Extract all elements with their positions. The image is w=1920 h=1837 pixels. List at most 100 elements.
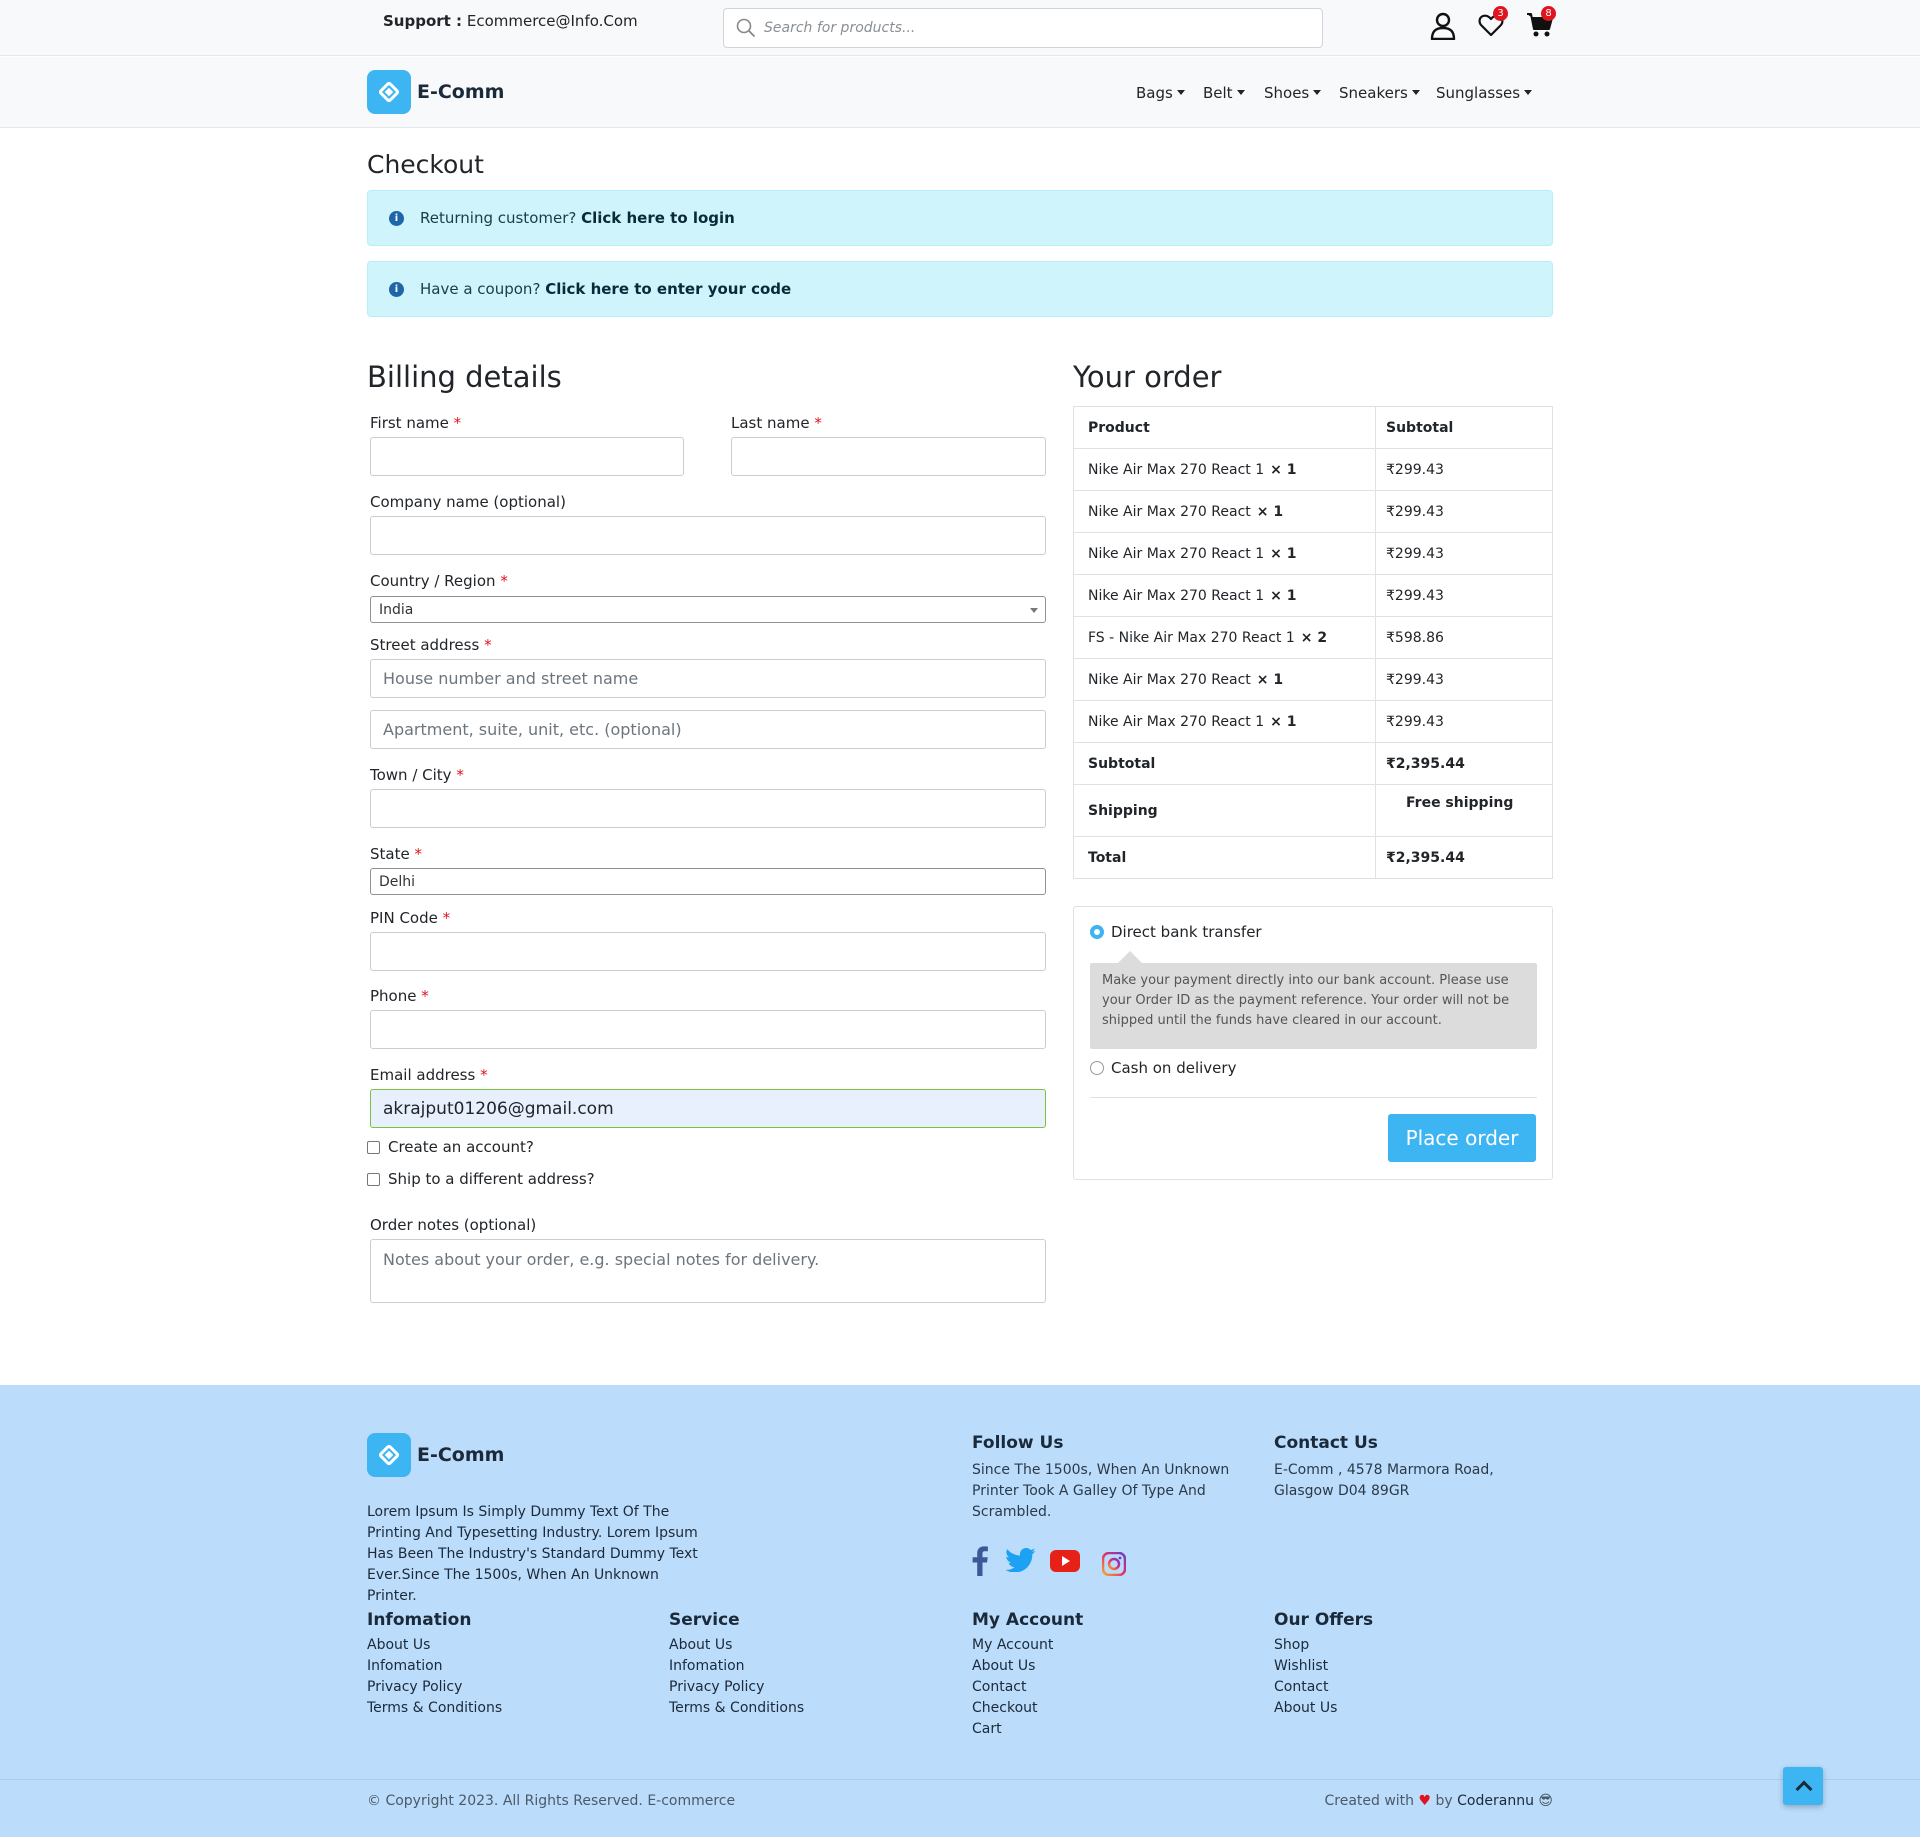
create-account-checkbox[interactable] — [367, 1141, 380, 1154]
email-label: Email address * — [370, 1066, 488, 1084]
subtotal-value: ₹2,395.44 — [1375, 742, 1553, 785]
bank-transfer-label[interactable]: Direct bank transfer — [1111, 923, 1262, 941]
footer-link[interactable]: My Account — [972, 1637, 1053, 1653]
column-header-product: Product — [1073, 406, 1376, 449]
billing-title: Billing details — [367, 360, 562, 394]
contact-us-title: Contact Us — [1274, 1433, 1378, 1453]
phone-field[interactable] — [370, 1010, 1046, 1049]
coupon-text: Have a coupon? — [420, 280, 541, 298]
nav-item-bags[interactable]: Bags — [1136, 84, 1185, 102]
created-prefix: Created with — [1324, 1793, 1415, 1809]
company-label: Company name (optional) — [370, 493, 566, 511]
support-email[interactable]: Ecommerce@Info.Com — [467, 12, 638, 30]
enter-coupon-link[interactable]: Click here to enter your code — [545, 280, 791, 298]
footer-link[interactable]: Contact — [972, 1679, 1026, 1695]
footer-logo-icon[interactable] — [367, 1433, 411, 1477]
twitter-icon[interactable] — [1005, 1548, 1036, 1576]
nav-item-shoes[interactable]: Shoes — [1264, 84, 1321, 102]
wishlist-heart-icon[interactable]: 3 — [1478, 6, 1510, 44]
facebook-icon[interactable] — [972, 1546, 988, 1580]
site-footer: E-Comm Lorem Ipsum Is Simply Dummy Text … — [0, 1385, 1920, 1837]
divider — [1090, 1097, 1537, 1098]
last-name-field[interactable] — [731, 437, 1046, 476]
pin-code-field[interactable] — [370, 932, 1046, 971]
info-icon: i — [389, 211, 404, 226]
total-label: Total — [1073, 836, 1376, 879]
footer-link[interactable]: Checkout — [972, 1700, 1038, 1716]
first-name-field[interactable] — [370, 437, 684, 476]
footer-link[interactable]: Shop — [1274, 1637, 1309, 1653]
product-price: ₹299.43 — [1375, 448, 1553, 491]
ship-different-checkbox[interactable] — [367, 1173, 380, 1186]
footer-link[interactable]: Privacy Policy — [669, 1679, 764, 1695]
footer-link[interactable]: About Us — [972, 1658, 1035, 1674]
footer-link[interactable]: Cart — [972, 1721, 1002, 1737]
bank-transfer-radio[interactable] — [1090, 925, 1104, 939]
order-notes-field[interactable] — [370, 1239, 1046, 1303]
nav-item-sneakers[interactable]: Sneakers — [1339, 84, 1420, 102]
country-select[interactable]: India — [370, 596, 1046, 623]
product-name: Nike Air Max 270 React 1 — [1088, 545, 1265, 562]
returning-customer-notice: i Returning customer? Click here to logi… — [367, 190, 1553, 246]
cash-on-delivery-label[interactable]: Cash on delivery — [1111, 1059, 1236, 1077]
cart-count-badge: 8 — [1541, 6, 1556, 21]
follow-us-text: Since The 1500s, When An Unknown Printer… — [972, 1462, 1230, 1520]
footer-link[interactable]: Infomation — [669, 1658, 745, 1674]
product-name: Nike Air Max 270 React 1 — [1088, 587, 1265, 604]
subtotal-label: Subtotal — [1073, 742, 1376, 785]
returning-customer-text: Returning customer? — [420, 209, 577, 227]
company-field[interactable] — [370, 516, 1046, 555]
page-title: Checkout — [367, 150, 484, 179]
country-label: Country / Region * — [370, 572, 508, 590]
create-account-label[interactable]: Create an account? — [388, 1138, 534, 1156]
scroll-to-top-button[interactable] — [1783, 1767, 1823, 1805]
footer-link[interactable]: Infomation — [367, 1658, 443, 1674]
place-order-button[interactable]: Place order — [1388, 1114, 1536, 1162]
apartment-field[interactable] — [370, 710, 1046, 749]
footer-link[interactable]: About Us — [367, 1637, 430, 1653]
footer-brand-name[interactable]: E-Comm — [417, 1444, 504, 1466]
search-input[interactable] — [764, 10, 1314, 46]
user-account-icon[interactable] — [1430, 12, 1462, 44]
footer-link[interactable]: About Us — [1274, 1700, 1337, 1716]
cash-on-delivery-radio[interactable] — [1090, 1061, 1104, 1075]
divider — [0, 1779, 1920, 1780]
footer-link[interactable]: Wishlist — [1274, 1658, 1328, 1674]
copyright-text: © Copyright 2023. All Rights Reserved. E… — [367, 1793, 736, 1809]
footer-col-title-infomation: Infomation — [367, 1610, 472, 1630]
street-address-field[interactable] — [370, 659, 1046, 698]
total-row: Total ₹2,395.44 — [1073, 836, 1553, 879]
product-price: ₹598.86 — [1375, 616, 1553, 659]
product-price: ₹299.43 — [1375, 700, 1553, 743]
state-select[interactable]: Delhi — [370, 868, 1046, 895]
nav-item-belt[interactable]: Belt — [1203, 84, 1245, 102]
brand-name[interactable]: E-Comm — [417, 81, 504, 103]
search-icon — [736, 18, 756, 42]
table-row: Nike Air Max 270 React 1 × 1 ₹299.43 — [1073, 448, 1553, 491]
nav-item-sunglasses[interactable]: Sunglasses — [1436, 84, 1532, 102]
cart-icon[interactable]: 8 — [1526, 6, 1558, 44]
login-link[interactable]: Click here to login — [581, 209, 735, 227]
footer-link[interactable]: Privacy Policy — [367, 1679, 462, 1695]
product-name: Nike Air Max 270 React — [1088, 671, 1251, 688]
your-order-title: Your order — [1073, 360, 1222, 394]
email-field[interactable] — [370, 1089, 1046, 1128]
footer-link[interactable]: Contact — [1274, 1679, 1328, 1695]
ship-different-label[interactable]: Ship to a different address? — [388, 1170, 595, 1188]
instagram-icon[interactable] — [1101, 1551, 1127, 1580]
created-with-credit: Created with ♥ by Coderannu 😎 — [1324, 1793, 1553, 1809]
brand-logo-icon[interactable] — [367, 70, 411, 114]
footer-link[interactable]: Terms & Conditions — [669, 1700, 804, 1716]
support-label: Support : — [383, 12, 463, 30]
shipping-row: Shipping Free shipping — [1073, 784, 1553, 837]
youtube-icon[interactable] — [1050, 1550, 1080, 1576]
city-field[interactable] — [370, 789, 1046, 828]
product-name: Nike Air Max 270 React — [1088, 503, 1251, 520]
author-name[interactable]: Coderannu — [1457, 1793, 1534, 1809]
product-name: FS - Nike Air Max 270 React 1 — [1088, 629, 1295, 646]
state-label: State * — [370, 845, 422, 863]
footer-link[interactable]: Terms & Conditions — [367, 1700, 502, 1716]
footer-about-text: Lorem Ipsum Is Simply Dummy Text Of The … — [367, 1504, 698, 1604]
footer-link[interactable]: About Us — [669, 1637, 732, 1653]
product-qty: × 1 — [1256, 671, 1284, 688]
